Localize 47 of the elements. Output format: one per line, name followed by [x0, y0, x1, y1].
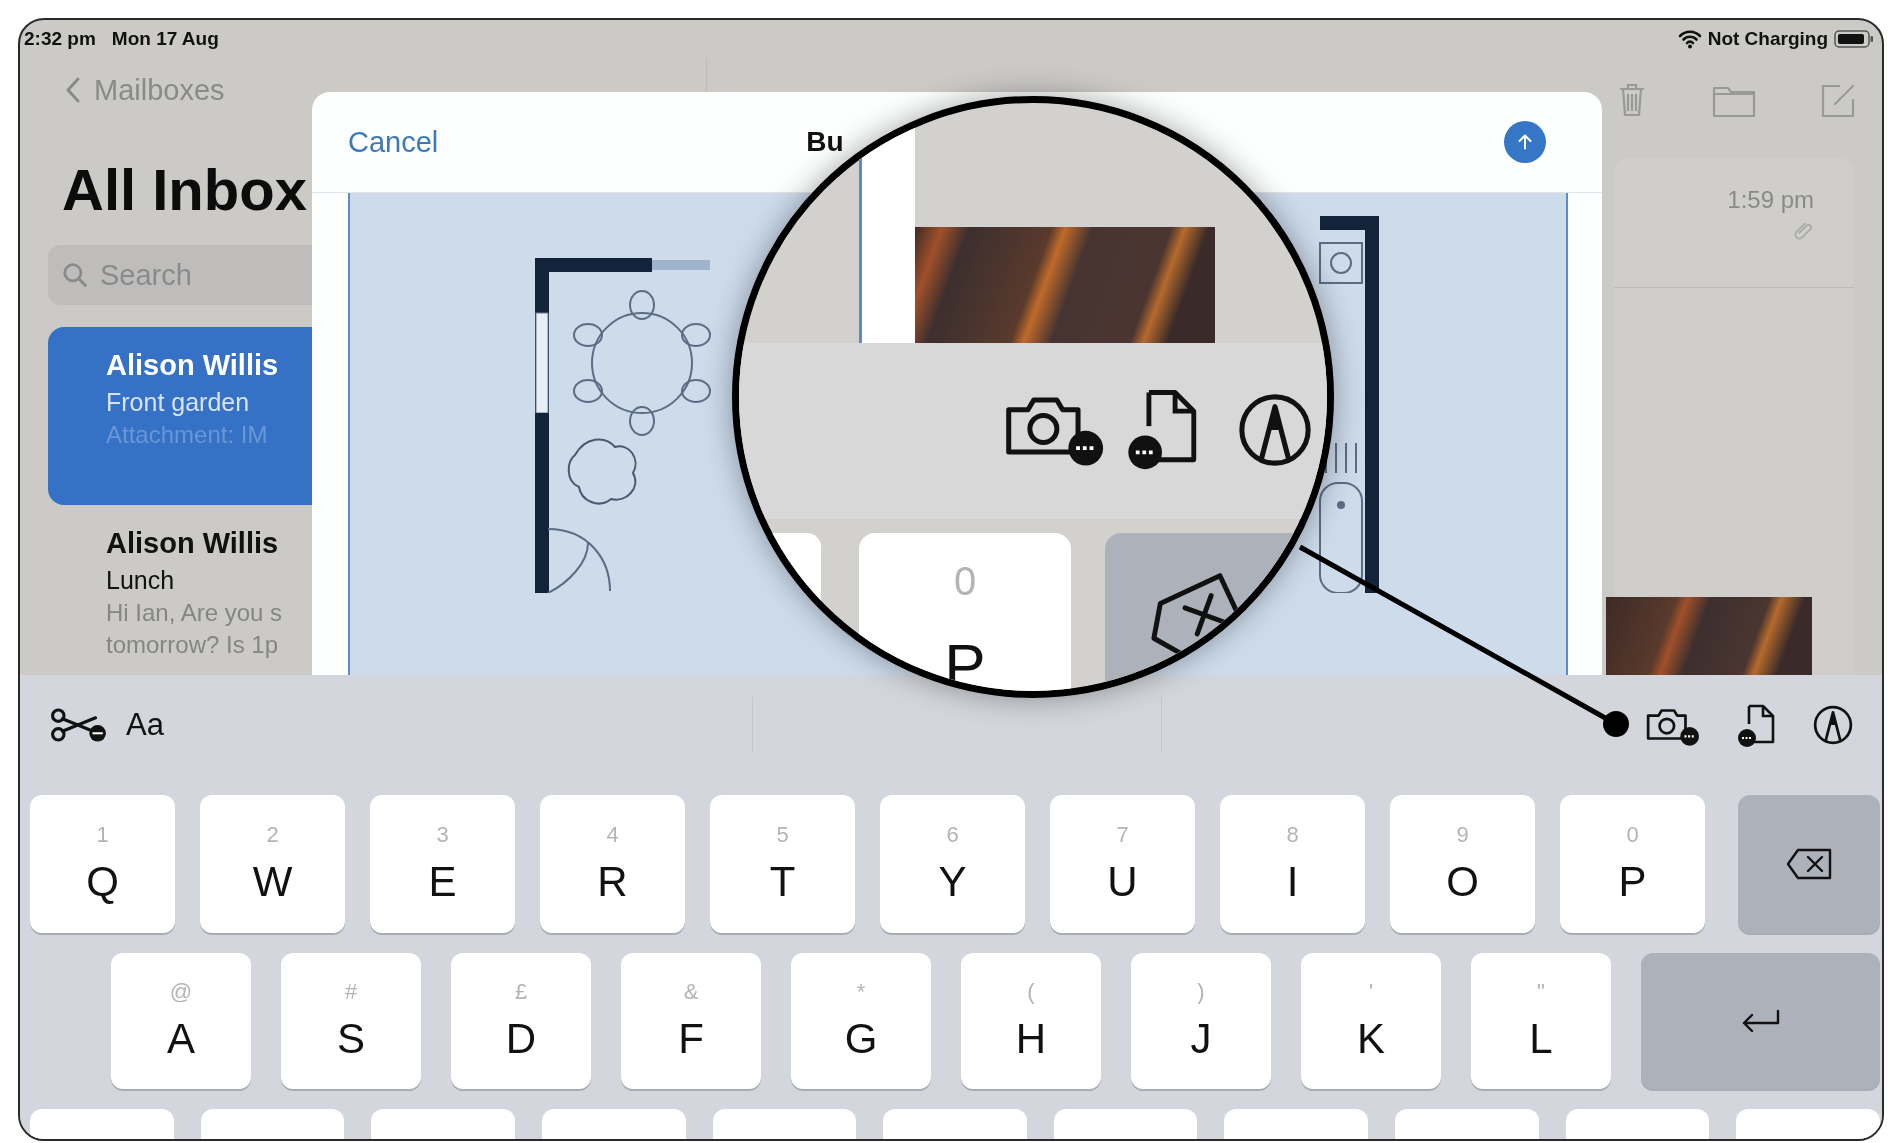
letter-key[interactable]: ) J — [1131, 953, 1271, 1089]
status-time: 2:32 pm — [24, 28, 96, 50]
letter-key[interactable]: # S — [281, 953, 421, 1089]
battery-status: Not Charging — [1707, 28, 1828, 50]
wifi-icon — [1677, 28, 1702, 50]
letter-key[interactable]: 6 Y — [880, 795, 1025, 933]
delete-key[interactable] — [1738, 795, 1880, 933]
message-time: 1:59 pm — [1727, 186, 1814, 214]
letter-key[interactable]: 9 O — [1390, 795, 1535, 933]
sheet-title: Bu — [806, 126, 844, 158]
letter-key[interactable]: 2 W — [200, 795, 345, 933]
chevron-left-icon — [64, 76, 82, 104]
letter-key[interactable]: ' K — [1301, 953, 1441, 1089]
backspace-icon — [1786, 846, 1832, 882]
letter-key[interactable]: " L — [1471, 953, 1611, 1089]
paperclip-icon — [1792, 220, 1814, 242]
message-sender: Alison Willis — [106, 349, 280, 382]
scissors-icon[interactable] — [50, 707, 108, 743]
letter-key[interactable]: 3 E — [370, 795, 515, 933]
letter-key[interactable]: 4 R — [540, 795, 685, 933]
battery-icon — [1834, 29, 1874, 49]
message-preview: Hi Ian, Are you s — [106, 599, 284, 627]
letter-key[interactable]: @ A — [111, 953, 251, 1089]
back-label: Mailboxes — [94, 73, 225, 107]
letter-key[interactable]: £ D — [451, 953, 591, 1089]
text-format-button[interactable]: Aa — [126, 707, 164, 743]
letter-key[interactable]: 0 P — [1560, 795, 1705, 933]
letter-key[interactable]: ( H — [961, 953, 1101, 1089]
status-date: Mon 17 Aug — [111, 28, 219, 50]
markup-icon[interactable] — [1812, 704, 1854, 746]
markup-icon — [1236, 391, 1314, 469]
message-sender: Alison Willis — [106, 527, 280, 560]
mailbox-title: All Inbox — [62, 156, 307, 223]
letter-key[interactable]: 5 T — [710, 795, 855, 933]
letter-key[interactable]: & F — [621, 953, 761, 1089]
message-subject: Lunch — [106, 566, 176, 595]
search-icon — [62, 262, 88, 288]
cancel-button[interactable]: Cancel — [348, 125, 439, 159]
message-subject: Front garden — [106, 388, 251, 417]
compose-icon[interactable] — [1820, 82, 1856, 118]
send-button[interactable] — [1504, 121, 1546, 163]
letter-key[interactable]: 8 I — [1220, 795, 1365, 933]
letter-key[interactable]: * G — [791, 953, 931, 1089]
letter-key[interactable]: 7 U — [1050, 795, 1195, 933]
message-preview: tomorrow? Is 1p — [106, 631, 280, 659]
return-key[interactable] — [1641, 953, 1880, 1089]
letter-key[interactable]: 1 Q — [30, 795, 175, 933]
